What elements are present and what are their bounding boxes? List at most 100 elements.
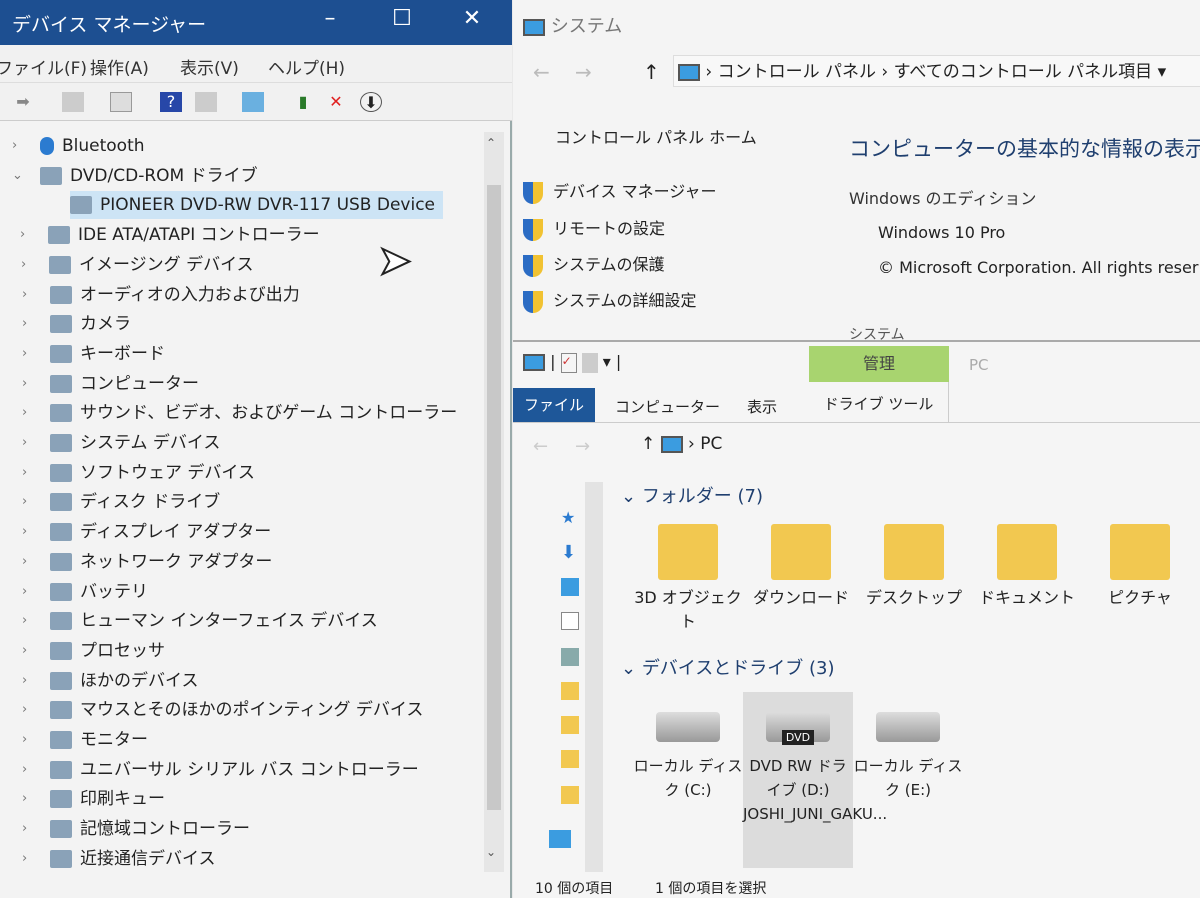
scroll-up-icon[interactable]: ⌃ (486, 136, 496, 150)
new-folder-icon[interactable] (581, 352, 598, 373)
link-device-manager[interactable]: デバイス マネージャー (523, 178, 717, 204)
tree-item[interactable]: › 近接通信デバイス (22, 845, 216, 873)
drive-item[interactable]: ローカル ディスク (E:) (853, 692, 963, 802)
tree-item[interactable]: › ほかのデバイス (22, 667, 199, 695)
drive-item[interactable]: ローカル ディスク (C:) (633, 692, 743, 802)
link-system-protection[interactable]: システムの保護 (523, 251, 665, 277)
uninstall-icon[interactable]: ✕ (325, 92, 347, 112)
nav-scrollbar[interactable] (585, 482, 603, 872)
tree-item[interactable]: › IDE ATA/ATAPI コントローラー (20, 221, 320, 249)
folder-item[interactable]: 3D オブジェクト (633, 524, 743, 634)
pictures-icon[interactable] (561, 648, 579, 666)
chevron-right-icon[interactable]: › (22, 756, 36, 784)
devices-group-header[interactable]: ⌄ デバイスとドライブ (3) (621, 654, 835, 680)
quick-access-icon[interactable]: ★ (561, 508, 579, 527)
chevron-right-icon[interactable]: › (22, 726, 36, 754)
properties-icon[interactable] (62, 92, 84, 112)
chevron-right-icon[interactable]: › (22, 667, 36, 695)
chevron-right-icon[interactable]: › (22, 281, 36, 309)
folder-item[interactable]: ピクチャ (1085, 524, 1195, 610)
folder-item[interactable]: ダウンロード (746, 524, 856, 610)
tab-view[interactable]: 表示 (747, 396, 777, 417)
folders-group-header[interactable]: ⌄ フォルダー (7) (621, 482, 763, 508)
manage-context-tab[interactable]: 管理 (809, 346, 949, 382)
tab-drive-tools[interactable]: ドライブ ツール (809, 382, 949, 422)
tree-item[interactable]: › サウンド、ビデオ、およびゲーム コントローラー (22, 399, 457, 427)
update-icon[interactable] (110, 92, 132, 112)
folder-icon[interactable] (561, 786, 579, 804)
address-bar[interactable]: › コントロール パネル › すべてのコントロール パネル項目 ▾ (673, 55, 1200, 87)
chevron-right-icon[interactable]: › (22, 370, 36, 398)
back-button[interactable]: ← (533, 436, 548, 457)
chevron-right-icon[interactable]: › (22, 459, 36, 487)
tree-item[interactable]: ⌄ DVD/CD-ROM ドライブ (12, 162, 258, 190)
scroll-down-icon[interactable]: ⌄ (486, 845, 496, 859)
tree-item[interactable]: › Bluetooth (12, 132, 145, 160)
drive-item[interactable]: DVD DVD RW ドライブ (D:) JOSHI_JUNI_GAKU... (743, 692, 887, 868)
forward-button[interactable]: → (575, 436, 590, 457)
chevron-right-icon[interactable]: › (20, 221, 34, 249)
menu-file[interactable]: ファイル(F) (0, 54, 87, 79)
chevron-right-icon[interactable]: › (22, 518, 36, 546)
tree-item[interactable]: › イメージング デバイス (21, 251, 254, 279)
tree-item[interactable]: › モニター (22, 726, 148, 754)
disable-icon[interactable]: ⬇ (360, 92, 382, 112)
chevron-right-icon[interactable]: › (22, 399, 36, 427)
chevron-right-icon[interactable]: › (22, 785, 36, 813)
folder-item[interactable]: ドキュメント (972, 524, 1082, 610)
menu-action[interactable]: 操作(A) (90, 54, 149, 79)
folder-item[interactable]: デスクトップ (859, 524, 969, 610)
documents-icon[interactable] (561, 612, 579, 630)
chevron-right-icon[interactable]: › (22, 637, 36, 665)
enable-device-icon[interactable]: ▮ (292, 92, 314, 112)
downloads-icon[interactable]: ⬇ (561, 542, 579, 563)
view-icon[interactable] (195, 92, 217, 112)
tab-file[interactable]: ファイル (513, 388, 595, 422)
address-bar[interactable]: ↑ › PC (641, 434, 722, 454)
breadcrumb-control-panel[interactable]: コントロール パネル (718, 62, 876, 82)
tree-item[interactable]: › オーディオの入力および出力 (22, 281, 300, 309)
this-pc-icon[interactable] (549, 830, 571, 848)
tree-item[interactable]: › プロセッサ (22, 637, 165, 665)
tree-item[interactable]: › 印刷キュー (22, 785, 165, 813)
up-button[interactable]: ↑ (643, 60, 660, 84)
menu-view[interactable]: 表示(V) (180, 54, 239, 79)
breadcrumb-all-items[interactable]: すべてのコントロール パネル項目 (894, 62, 1153, 82)
help-icon[interactable]: ? (160, 92, 182, 112)
chevron-right-icon[interactable]: › (22, 578, 36, 606)
control-panel-home-link[interactable]: コントロール パネル ホーム (555, 124, 757, 148)
tree-item[interactable]: › ユニバーサル シリアル バス コントローラー (22, 756, 419, 784)
scan-hardware-icon[interactable] (242, 92, 264, 112)
chevron-right-icon[interactable]: › (22, 548, 36, 576)
menu-help[interactable]: ヘルプ(H) (268, 54, 345, 79)
tab-computer[interactable]: コンピューター (615, 396, 720, 417)
scrollbar-thumb[interactable] (487, 185, 501, 810)
tree-item[interactable]: › ヒューマン インターフェイス デバイス (22, 607, 378, 635)
back-button[interactable]: ← (533, 60, 550, 84)
chevron-right-icon[interactable]: › (22, 845, 36, 873)
chevron-right-icon[interactable]: › (22, 696, 36, 724)
tree-item[interactable]: › ソフトウェア デバイス (22, 459, 255, 487)
forward-button[interactable]: → (575, 60, 592, 84)
tree-item[interactable]: › カメラ (22, 310, 131, 338)
folder-icon[interactable] (561, 682, 579, 700)
forward-icon[interactable]: ➡ (12, 92, 34, 112)
link-remote-settings[interactable]: リモートの設定 (523, 215, 665, 241)
tree-item[interactable]: › マウスとそのほかのポインティング デバイス (22, 696, 423, 724)
minimize-button[interactable]: – (310, 6, 350, 31)
chevron-right-icon[interactable]: › (12, 132, 26, 160)
tree-item[interactable]: › ディスプレイ アダプター (22, 518, 271, 546)
tree-item[interactable]: PIONEER DVD-RW DVR-117 USB Device (70, 191, 444, 220)
properties-icon[interactable]: ✓ (560, 352, 577, 373)
tree-item[interactable]: › 記憶域コントローラー (22, 815, 250, 843)
folder-icon[interactable] (561, 750, 579, 768)
folder-icon[interactable] (561, 716, 579, 734)
chevron-right-icon[interactable]: › (22, 429, 36, 457)
chevron-right-icon[interactable]: › (22, 488, 36, 516)
tree-item[interactable]: › バッテリ (22, 578, 148, 606)
chevron-right-icon[interactable]: › (22, 310, 36, 338)
tree-item[interactable]: › ディスク ドライブ (22, 488, 220, 516)
tree-item[interactable]: › ネットワーク アダプター (22, 548, 272, 576)
chevron-right-icon[interactable]: › (22, 815, 36, 843)
chevron-down-icon[interactable]: ⌄ (12, 162, 26, 190)
